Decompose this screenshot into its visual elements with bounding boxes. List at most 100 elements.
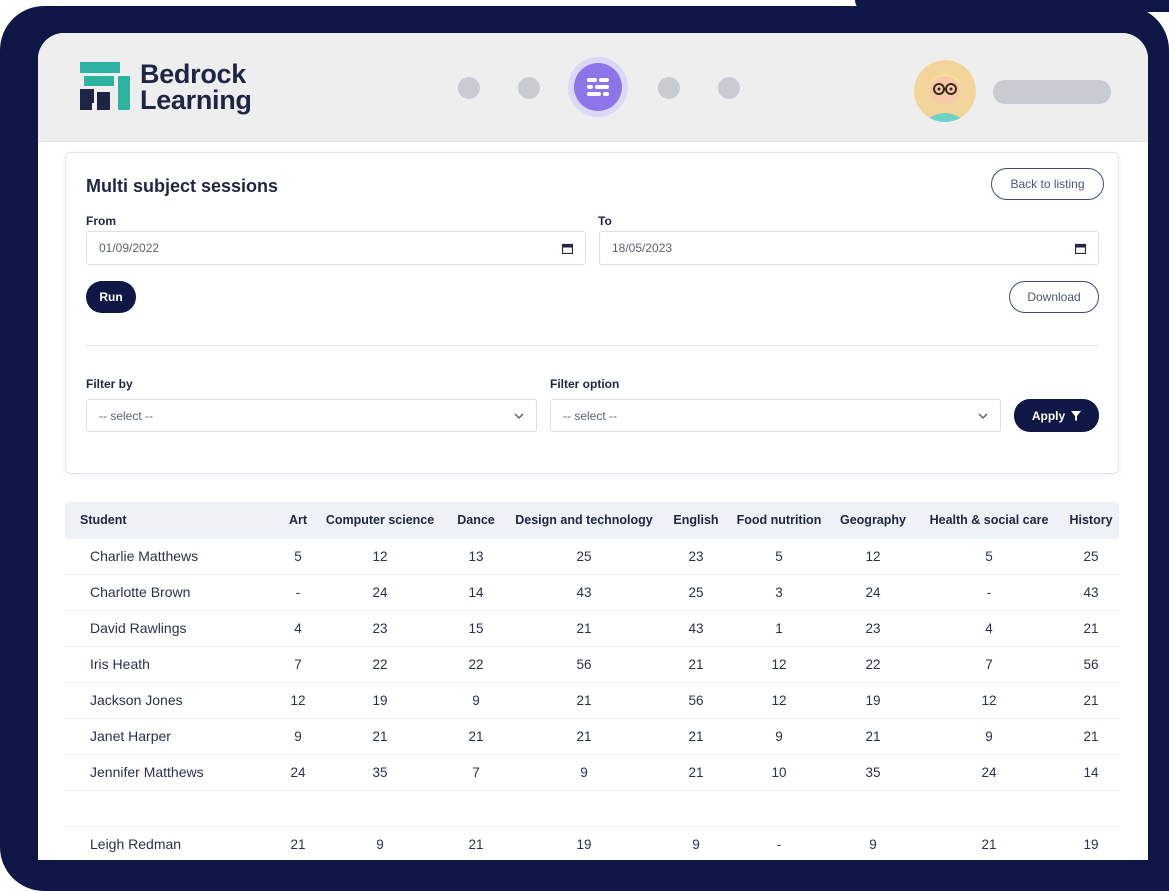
column-header-geography[interactable]: Geography <box>835 502 911 539</box>
student-name: Charlotte Brown <box>90 584 191 600</box>
column-header-health-social-care[interactable]: Health & social care <box>923 502 1055 539</box>
menu-lines-icon <box>587 78 609 96</box>
cell-english: 21 <box>688 729 704 744</box>
brand-name-line1: Bedrock <box>140 59 246 89</box>
cell-art: - <box>295 585 301 600</box>
filter-funnel-icon <box>1071 410 1082 421</box>
cell-computer-science: 9 <box>376 837 384 852</box>
student-name: David Rawlings <box>90 620 187 636</box>
calendar-icon[interactable] <box>562 243 573 254</box>
cell-health-social-care: 21 <box>981 837 997 852</box>
filter-by-select[interactable]: -- select -- <box>86 399 537 432</box>
table-row[interactable]: Charlie Matthews 5 12 13 25 23 5 12 5 25 <box>65 539 1119 575</box>
cell-dance: 7 <box>472 765 480 780</box>
brand-logo[interactable]: Bedrock Learning <box>80 59 280 119</box>
column-header-student[interactable]: Student <box>80 502 127 539</box>
cell-food-nutrition: 1 <box>775 621 783 636</box>
user-avatar[interactable] <box>914 60 976 122</box>
cell-art: 4 <box>294 621 302 636</box>
cell-english: 43 <box>688 621 704 636</box>
menu-button-inner <box>574 63 622 111</box>
nav-dot[interactable] <box>458 77 480 99</box>
filter-option-select[interactable]: -- select -- <box>550 399 1001 432</box>
column-header-design-and-technology[interactable]: Design and technology <box>507 502 661 539</box>
cell-geography: 12 <box>865 549 881 564</box>
top-bar: Bedrock Learning <box>38 33 1148 142</box>
column-header-english[interactable]: English <box>669 502 723 539</box>
user-name-placeholder[interactable] <box>993 80 1111 104</box>
nav-dot[interactable] <box>718 77 740 99</box>
calendar-icon[interactable] <box>1075 243 1086 254</box>
student-name: Iris Heath <box>90 656 150 672</box>
cell-design-technology: 21 <box>576 621 592 636</box>
cell-history: 43 <box>1083 585 1099 600</box>
cell-history: 14 <box>1083 765 1099 780</box>
nav-dot[interactable] <box>658 77 680 99</box>
apply-button[interactable]: Apply <box>1014 399 1099 432</box>
cell-history: 21 <box>1083 729 1099 744</box>
cell-computer-science: 12 <box>372 549 388 564</box>
cell-art: 9 <box>294 729 302 744</box>
cell-computer-science: 22 <box>372 657 388 672</box>
cell-art: 21 <box>290 837 306 852</box>
table-row[interactable]: Janet Harper 9 21 21 21 21 9 21 9 21 <box>65 719 1119 755</box>
table-row[interactable]: Jackson Jones 12 19 9 21 56 12 19 12 21 <box>65 683 1119 719</box>
cell-dance: 9 <box>472 693 480 708</box>
to-label: To <box>598 214 612 228</box>
download-button[interactable]: Download <box>1009 281 1099 313</box>
cell-art: 12 <box>290 693 306 708</box>
cell-computer-science: 19 <box>372 693 388 708</box>
cell-art: 24 <box>290 765 306 780</box>
cell-english: 23 <box>688 549 704 564</box>
column-header-food-nutrition[interactable]: Food nutrition <box>731 502 827 539</box>
table-row[interactable]: Jennifer Matthews 24 35 7 9 21 10 35 24 … <box>65 755 1119 791</box>
cell-computer-science: 24 <box>372 585 388 600</box>
column-header-computer-science[interactable]: Computer science <box>319 502 441 539</box>
to-date-value: 18/05/2023 <box>612 241 673 255</box>
column-header-history[interactable]: History <box>1065 502 1117 539</box>
cell-geography: 9 <box>869 837 877 852</box>
student-name: Leigh Redman <box>90 836 182 852</box>
cell-english: 9 <box>692 837 700 852</box>
brand-name: Bedrock Learning <box>140 59 252 114</box>
cell-food-nutrition: 5 <box>775 549 783 564</box>
nav-dot[interactable] <box>518 77 540 99</box>
column-header-art[interactable]: Art <box>283 502 313 539</box>
table-row[interactable]: David Rawlings 4 23 15 21 43 1 23 4 21 <box>65 611 1119 647</box>
cell-design-technology: 9 <box>580 765 588 780</box>
cell-geography: 24 <box>865 585 881 600</box>
table-row[interactable]: Leigh Redman 21 9 21 19 9 - 9 21 19 <box>65 827 1119 860</box>
chevron-down-icon <box>978 413 988 419</box>
cell-history: 25 <box>1083 549 1099 564</box>
cell-health-social-care: 4 <box>985 621 993 636</box>
menu-button[interactable] <box>568 57 628 117</box>
avatar-icon <box>914 60 976 122</box>
bedrock-logo-icon <box>80 62 130 110</box>
from-date-value: 01/09/2022 <box>99 241 160 255</box>
cell-geography: 22 <box>865 657 881 672</box>
cell-english: 25 <box>688 585 704 600</box>
nav-dots <box>458 57 778 117</box>
to-date-input[interactable]: 18/05/2023 <box>599 231 1099 265</box>
cell-computer-science: 35 <box>372 765 388 780</box>
device-frame-notch <box>855 0 1169 12</box>
chevron-down-icon <box>514 413 524 419</box>
table-row-empty <box>65 791 1119 827</box>
cell-dance: 13 <box>468 549 484 564</box>
filter-option-value: -- select -- <box>563 408 617 423</box>
table-row[interactable]: Charlotte Brown - 24 14 43 25 3 24 - 43 <box>65 575 1119 611</box>
cell-design-technology: 56 <box>576 657 592 672</box>
cell-geography: 19 <box>865 693 881 708</box>
table-row[interactable]: Iris Heath 7 22 22 56 21 12 22 7 56 <box>65 647 1119 683</box>
back-to-listing-button[interactable]: Back to listing <box>991 168 1104 200</box>
cell-health-social-care: 7 <box>985 657 993 672</box>
filter-option-label: Filter option <box>550 377 620 391</box>
from-date-input[interactable]: 01/09/2022 <box>86 231 586 265</box>
cell-food-nutrition: 12 <box>771 657 787 672</box>
cell-health-social-care: 24 <box>981 765 997 780</box>
student-name: Jennifer Matthews <box>90 764 204 780</box>
column-header-dance[interactable]: Dance <box>451 502 501 539</box>
run-button[interactable]: Run <box>86 281 136 313</box>
report-panel: Multi subject sessions Back to listing F… <box>65 152 1119 474</box>
cell-english: 21 <box>688 657 704 672</box>
